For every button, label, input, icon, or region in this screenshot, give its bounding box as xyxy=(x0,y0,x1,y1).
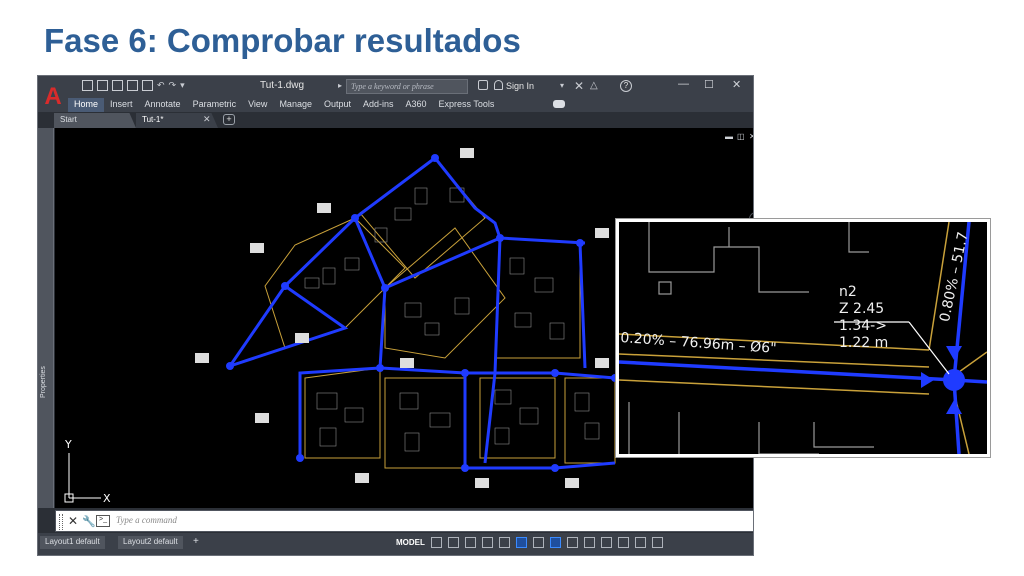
maximize-icon[interactable]: ☐ xyxy=(704,78,714,91)
model-space-button[interactable]: MODEL xyxy=(396,538,425,547)
hardware-acceleration-icon[interactable] xyxy=(617,537,629,548)
file-tabs-bar: Start Tut-1* xyxy=(38,112,753,128)
search-expand-icon[interactable]: ▸ xyxy=(338,81,342,90)
node-depth: 1.22 m xyxy=(839,335,889,351)
node-annotations xyxy=(195,148,609,488)
exchange-apps-icon[interactable]: ✕ xyxy=(574,79,584,93)
ribbon-tab-view[interactable]: View xyxy=(242,98,273,112)
snap-icon[interactable] xyxy=(447,537,459,548)
status-bar: Layout1 default Layout2 default + MODEL xyxy=(38,533,753,555)
ucs-x-label: X xyxy=(103,492,111,505)
ribbon-tab-home[interactable]: Home xyxy=(68,98,105,112)
new-file-icon[interactable] xyxy=(82,80,93,91)
command-line-grip[interactable] xyxy=(59,514,63,530)
file-tab-start[interactable]: Start xyxy=(54,113,136,128)
viewport-minimize-icon[interactable]: ▬ xyxy=(725,132,733,141)
layout-tab-2[interactable]: Layout2 default xyxy=(118,536,183,549)
viewport-close-icon[interactable]: ✕ xyxy=(749,132,753,141)
polar-icon[interactable] xyxy=(481,537,493,548)
binoculars-icon[interactable] xyxy=(478,80,488,90)
osnap-icon[interactable] xyxy=(498,537,510,548)
ribbon-tab-express-tools[interactable]: Express Tools xyxy=(433,98,501,112)
command-history-icon[interactable]: >_ xyxy=(96,515,110,527)
autocad-logo: A xyxy=(44,83,62,110)
sewer-pipes xyxy=(228,155,616,470)
sign-in-dropdown-icon[interactable]: ▾ xyxy=(560,81,564,90)
status-toolbar: MODEL xyxy=(396,537,663,548)
node-elevation: Z 2.45 xyxy=(839,301,885,317)
isolate-objects-icon[interactable] xyxy=(600,537,612,548)
user-icon xyxy=(494,80,503,90)
ribbon-tabs: Home Insert Annotate Parametric View Man… xyxy=(68,98,753,112)
command-input[interactable]: Type a command xyxy=(116,515,177,525)
object-track-icon[interactable] xyxy=(532,537,544,548)
ribbon-tab-annotate[interactable]: Annotate xyxy=(139,98,187,112)
ortho-icon[interactable] xyxy=(464,537,476,548)
customize-icon[interactable]: 🔧 xyxy=(82,515,96,528)
annotation-monitor-icon[interactable] xyxy=(583,537,595,548)
a360-icon[interactable]: △ xyxy=(590,80,598,91)
command-line[interactable]: ✕ 🔧 >_ Type a command xyxy=(55,510,753,532)
isodraft-icon[interactable] xyxy=(515,537,527,548)
close-command-line-icon[interactable]: ✕ xyxy=(68,514,78,528)
add-layout-icon[interactable]: + xyxy=(193,536,199,547)
zoom-inset: 0.20% – 76.96m – Ø6" 0.80% – 51.7 n2 Z 2… xyxy=(616,219,990,457)
close-tab-icon[interactable]: ✕ xyxy=(203,114,211,125)
redo-icon[interactable]: ↷ xyxy=(169,80,177,91)
undo-icon[interactable]: ↶ xyxy=(157,80,165,91)
ribbon-tab-manage[interactable]: Manage xyxy=(273,98,318,112)
inset-manhole xyxy=(943,369,965,391)
workspace-gear-icon[interactable] xyxy=(566,537,578,548)
search-input[interactable]: Type a keyword or phrase xyxy=(346,79,468,94)
node-flow: 1.34-> xyxy=(839,318,887,334)
title-bar: ↶ ↷ ▾ Tut-1.dwg ▸ Type a keyword or phra… xyxy=(38,76,753,98)
ribbon-minimize-icon[interactable] xyxy=(553,100,565,108)
ribbon-tab-add-ins[interactable]: Add-ins xyxy=(357,98,400,112)
document-title: Tut-1.dwg xyxy=(260,80,305,91)
customization-menu-icon[interactable] xyxy=(651,537,663,548)
manholes xyxy=(226,154,619,472)
properties-palette-strip[interactable]: Properties xyxy=(38,128,54,508)
viewport-restore-icon[interactable]: ◫ xyxy=(737,132,745,141)
quick-access-toolbar: ↶ ↷ ▾ xyxy=(82,80,185,91)
open-file-icon[interactable] xyxy=(97,80,108,91)
save-as-icon[interactable] xyxy=(127,80,138,91)
ucs-y-label: Y xyxy=(64,438,72,451)
save-icon[interactable] xyxy=(112,80,123,91)
customize-qat-icon[interactable]: ▾ xyxy=(180,80,185,91)
slide-title: Fase 6: Comprobar resultados xyxy=(44,22,521,59)
sign-in-button[interactable]: Sign In xyxy=(506,81,534,91)
ribbon-tab-a360[interactable]: A360 xyxy=(400,98,433,112)
print-icon[interactable] xyxy=(142,80,153,91)
inset-node-label: n2 Z 2.45 1.34-> 1.22 m xyxy=(839,284,888,352)
clean-screen-icon[interactable] xyxy=(634,537,646,548)
node-name: n2 xyxy=(839,284,857,300)
grid-icon[interactable] xyxy=(430,537,442,548)
ucs-icon xyxy=(64,453,101,503)
ribbon-tab-parametric[interactable]: Parametric xyxy=(187,98,243,112)
annotation-scale-icon[interactable] xyxy=(549,537,561,548)
ribbon-tab-output[interactable]: Output xyxy=(318,98,357,112)
layout-tab-1[interactable]: Layout1 default xyxy=(40,536,105,549)
close-icon[interactable]: ✕ xyxy=(732,78,741,91)
ribbon-tab-insert[interactable]: Insert xyxy=(104,98,139,112)
minimize-icon[interactable]: — xyxy=(678,78,689,90)
properties-label: Properties xyxy=(40,366,47,398)
help-icon[interactable]: ? xyxy=(620,80,632,92)
new-tab-icon[interactable]: + xyxy=(223,114,235,125)
